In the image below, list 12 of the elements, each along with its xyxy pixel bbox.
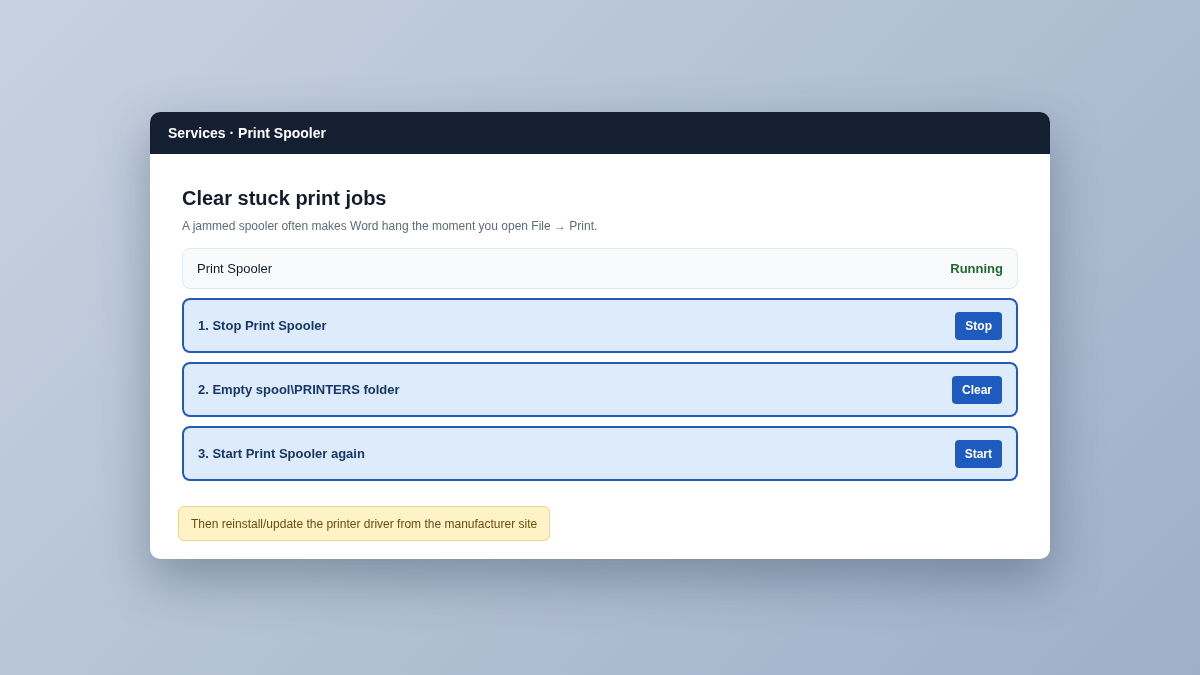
window-title: Services · Print Spooler [168,125,326,141]
step-button[interactable]: Clear [951,375,1002,404]
step-button[interactable]: Stop [955,311,1002,340]
heading: Clear stuck print jobs [182,186,388,211]
subtitle: A jammed spooler often makes Word hang the moment you open File → Print. [182,218,599,234]
step-label: 3. Start Print Spooler again [198,446,365,461]
service-name: Print Spooler [197,261,273,276]
service-status: Running [950,261,1003,276]
note-banner: Then reinstall/update the printer driver from the manufacturer site [178,506,551,541]
step-button[interactable]: Start [954,439,1002,468]
step-label: 2. Empty spool\PRINTERS folder [198,382,400,397]
step-label: 1. Stop Print Spooler [198,318,327,333]
